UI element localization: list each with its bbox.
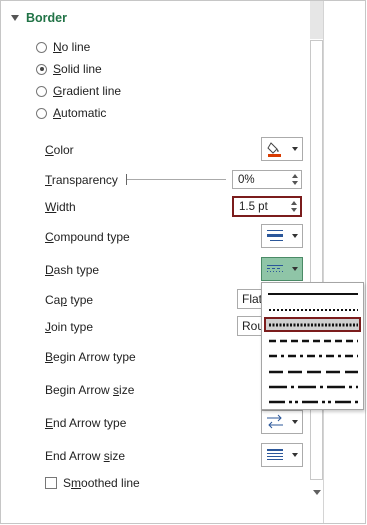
border-section-header[interactable]: Border bbox=[11, 11, 67, 25]
compound-type-label: Compound type bbox=[45, 230, 130, 244]
dash-option-long-dash-dot[interactable] bbox=[264, 379, 361, 394]
spin-down-icon[interactable] bbox=[291, 208, 297, 212]
dash-type-icon bbox=[262, 258, 288, 280]
section-title: Border bbox=[26, 11, 67, 25]
pane-margin bbox=[323, 1, 365, 523]
end-arrow-type-label: End Arrow type bbox=[45, 416, 127, 430]
scroll-down-arrow-icon bbox=[312, 489, 321, 495]
paint-bucket-icon bbox=[262, 138, 288, 160]
radio-automatic[interactable]: Automatic bbox=[36, 106, 106, 120]
lines-icon bbox=[262, 444, 288, 466]
radio-button[interactable] bbox=[36, 107, 47, 119]
dash-option-solid[interactable] bbox=[264, 286, 361, 301]
transparency-slider-thumb[interactable] bbox=[126, 174, 127, 185]
radio-label: Automatic bbox=[53, 106, 107, 120]
chevron-down-icon bbox=[288, 420, 302, 424]
spin-up-icon[interactable] bbox=[291, 201, 297, 205]
begin-arrow-size-label: Begin Arrow size bbox=[45, 383, 135, 397]
dash-type-label: Dash type bbox=[45, 263, 100, 277]
radio-label: Solid line bbox=[53, 62, 102, 76]
compound-type-dropdown[interactable] bbox=[261, 224, 303, 248]
smoothed-line-option[interactable]: Smoothed line bbox=[45, 476, 140, 490]
smoothed-line-label: Smoothed line bbox=[63, 476, 140, 490]
scrollbar-thumb[interactable] bbox=[310, 40, 323, 480]
end-arrow-size-dropdown[interactable] bbox=[261, 443, 303, 467]
dash-option-long-dash-dot-dot[interactable] bbox=[264, 394, 361, 409]
radio-gradient-line[interactable]: Gradient line bbox=[36, 84, 121, 98]
chevron-down-icon bbox=[288, 453, 302, 457]
chevron-down-icon bbox=[288, 267, 302, 271]
color-label: Color bbox=[45, 143, 74, 157]
transparency-label: Transparency bbox=[45, 173, 118, 187]
chevron-down-icon bbox=[288, 147, 302, 151]
radio-solid-line[interactable]: Solid line bbox=[36, 62, 102, 76]
radio-label: No line bbox=[53, 40, 91, 54]
chevron-down-icon bbox=[288, 234, 302, 238]
radio-no-line[interactable]: No line bbox=[36, 40, 90, 54]
dash-option-long-dash[interactable] bbox=[264, 364, 361, 379]
radio-label: Gradient line bbox=[53, 84, 122, 98]
dash-option-square-dot[interactable] bbox=[264, 317, 361, 332]
dash-option-dash[interactable] bbox=[264, 333, 361, 348]
spin-arrows[interactable] bbox=[288, 198, 300, 215]
compound-lines-icon bbox=[262, 225, 288, 247]
dash-type-menu bbox=[261, 282, 364, 410]
width-spinner[interactable]: 1.5 pt bbox=[232, 196, 302, 217]
radio-button[interactable] bbox=[36, 63, 47, 75]
dash-option-dash-dot[interactable] bbox=[264, 348, 361, 363]
dash-option-round-dot[interactable] bbox=[264, 302, 361, 317]
spin-down-icon[interactable] bbox=[292, 181, 298, 185]
spin-arrows[interactable] bbox=[289, 171, 301, 188]
scroll-down-button[interactable] bbox=[310, 485, 323, 499]
end-arrow-size-label: End Arrow size bbox=[45, 449, 126, 463]
smoothed-line-checkbox[interactable] bbox=[45, 477, 57, 489]
width-label: Width bbox=[45, 200, 76, 214]
collapse-triangle-icon[interactable] bbox=[11, 15, 19, 21]
cap-type-label: Cap type bbox=[45, 293, 94, 307]
width-value[interactable]: 1.5 pt bbox=[234, 201, 288, 213]
dash-type-dropdown[interactable] bbox=[261, 257, 303, 281]
spin-up-icon[interactable] bbox=[292, 174, 298, 178]
end-arrow-type-dropdown[interactable] bbox=[261, 410, 303, 434]
transparency-spinner[interactable]: 0% bbox=[232, 170, 302, 189]
begin-arrow-type-label: Begin Arrow type bbox=[45, 350, 136, 364]
arrows-icon bbox=[262, 411, 288, 433]
transparency-slider-track[interactable] bbox=[126, 179, 226, 180]
join-type-label: Join type bbox=[45, 320, 94, 334]
radio-button[interactable] bbox=[36, 41, 47, 53]
radio-button[interactable] bbox=[36, 85, 47, 97]
scrollbar-track[interactable] bbox=[310, 1, 323, 39]
color-dropdown[interactable] bbox=[261, 137, 303, 161]
transparency-value[interactable]: 0% bbox=[233, 174, 289, 186]
